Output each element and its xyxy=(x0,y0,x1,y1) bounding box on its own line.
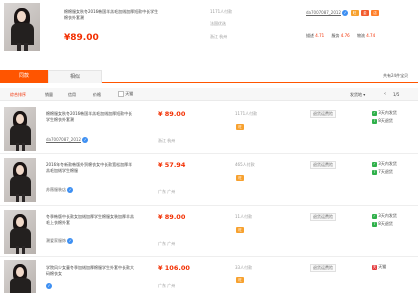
row-image[interactable] xyxy=(4,107,36,151)
row-image[interactable] xyxy=(4,158,36,202)
row-title[interactable]: 2016年冬新款韩版外贸棉衣女中长款宽松加厚羊羔毛加绒学生棉服 xyxy=(46,162,136,174)
rating-label-service: 服务 xyxy=(331,33,340,38)
shop-badge-icon: 店 xyxy=(371,10,380,16)
rating-label-desc: 描述 xyxy=(306,33,314,38)
row-seller-name: da7007087_2012 xyxy=(46,137,81,142)
tmall-label: 天猫 xyxy=(125,91,134,96)
wangwang-icon[interactable]: 旺 xyxy=(350,10,359,16)
row-seller-name: 苏薇服装店 xyxy=(46,187,66,192)
rating-value-logistics: 4.74 xyxy=(366,33,376,38)
row-location: 广东 广州 xyxy=(158,241,176,246)
row-title[interactable]: 冬季韩版中长款女加绒加厚学生棉服女装加厚羊羔毛上衣棉外套 xyxy=(46,214,136,226)
tab-same[interactable]: 同款 xyxy=(0,70,48,83)
verified-icon: ✓ xyxy=(67,238,74,244)
row-seller-badge: ✓ xyxy=(46,283,52,289)
verified-icon: ✓ xyxy=(82,137,89,143)
row-wangwang-icon[interactable]: 旺 xyxy=(235,175,244,181)
row-divider xyxy=(0,205,418,206)
tmall-filter[interactable]: 天猫 xyxy=(118,91,133,97)
verified-icon: ✓ xyxy=(46,283,52,289)
tab-similar[interactable]: 相似 xyxy=(48,70,102,83)
page-indicator: 1/5 xyxy=(393,92,400,97)
row-seller[interactable]: 潮爱家服饰 ✓ xyxy=(46,238,74,244)
shipping-label: 发货地 xyxy=(350,92,362,97)
seller-id[interactable]: da7007087_2012 xyxy=(306,10,341,15)
sort-sales[interactable]: 销量 xyxy=(45,92,53,98)
seller-badge-icon: 金 xyxy=(360,10,369,16)
top-item-image[interactable] xyxy=(4,3,40,51)
row-svc1: ✓ 3天内发货 xyxy=(372,110,397,116)
row-svc2: 7 8天退货 xyxy=(372,118,393,124)
top-ratings: 描述 4.71 服务 4.76 物流 4.74 xyxy=(306,33,375,39)
row-sales: 1171人付款 xyxy=(235,111,258,116)
rating-value-desc: 4.71 xyxy=(315,33,325,38)
row-seller[interactable]: da7007087_2012 ✓ xyxy=(46,137,89,143)
row-image[interactable] xyxy=(4,260,36,293)
row-location: 广东 广州 xyxy=(158,283,176,288)
row-ship-tag: 退货运费险 xyxy=(310,264,336,272)
row-sales: 11人付款 xyxy=(235,214,253,219)
top-item-location: 浙江 杭州 xyxy=(210,34,228,39)
rating-label-logistics: 物流 xyxy=(356,33,365,38)
top-item-shop[interactable]: 法国优选 xyxy=(210,21,226,27)
row-seller[interactable]: 苏薇服装店 ✓ xyxy=(46,187,74,193)
row-price: ¥ 106.00 xyxy=(158,264,190,272)
row-title[interactable]: 棉棉服女秋冬2016韩国羊羔毛加绒加厚短款中长学生棉衣外套潮 xyxy=(46,111,136,123)
result-count: 共有24件宝贝 xyxy=(383,73,409,78)
top-item-title[interactable]: 棉棉服女秋冬2016韩国羊羔毛加绒加厚短款中长学生棉衣外套潮 xyxy=(64,9,159,21)
chevron-down-icon: ▾ xyxy=(363,92,366,97)
top-item-sales: 1171人付款 xyxy=(210,9,233,14)
top-seller-line: da7007087_2012 ✓ 旺 金 店 xyxy=(306,10,380,16)
shipping-filter[interactable]: 发货地 ▾ xyxy=(350,92,365,98)
row-divider xyxy=(0,256,418,257)
row-sales: 465人付款 xyxy=(235,162,255,167)
top-item-price: ¥89.00 xyxy=(64,33,99,43)
row-svc1: ✓ 3天内发货 xyxy=(372,213,397,219)
row-svc2: 7 7天退货 xyxy=(372,169,393,175)
row-price: ¥ 89.00 xyxy=(158,213,186,221)
row-title[interactable]: 学院风少女童冬季加绒加厚棉服学生外套中长款大码棉衣女 xyxy=(46,265,136,277)
row-svc1: ✓ 3天内发货 xyxy=(372,161,397,167)
row-svc2: 7 8天退货 xyxy=(372,221,393,227)
row-wangwang-icon[interactable]: 旺 xyxy=(235,227,244,233)
row-wangwang-icon[interactable]: 旺 xyxy=(235,124,244,130)
row-sales: 33人付款 xyxy=(235,265,253,270)
sort-credit[interactable]: 信用 xyxy=(68,92,76,98)
row-seller-name: 潮爱家服饰 xyxy=(46,238,66,243)
rating-value-service: 4.76 xyxy=(340,33,350,38)
row-location: 广东 广州 xyxy=(158,189,176,194)
row-ship-tag: 退货运费险 xyxy=(310,161,336,169)
row-divider xyxy=(0,153,418,154)
sort-all[interactable]: 综合排序 xyxy=(10,92,26,98)
row-wangwang-icon[interactable]: 旺 xyxy=(235,277,244,283)
row-price: ¥ 89.00 xyxy=(158,110,186,118)
tmall-checkbox[interactable] xyxy=(118,91,124,97)
tab-similar-label: 相似 xyxy=(69,74,80,80)
verified-icon: ✓ xyxy=(67,187,74,193)
verified-icon: ✓ xyxy=(342,10,349,16)
row-svc1: 天 天猫 xyxy=(372,264,387,270)
tab-same-label: 同款 xyxy=(18,73,29,79)
row-ship-tag: 退货运费险 xyxy=(310,213,336,221)
row-location: 浙江 杭州 xyxy=(158,138,176,143)
row-price: ¥ 57.94 xyxy=(158,161,186,169)
prev-page-icon[interactable]: ‹ xyxy=(384,91,386,97)
sort-price[interactable]: 价格 xyxy=(93,92,101,98)
row-ship-tag: 退货运费险 xyxy=(310,110,336,118)
row-image[interactable] xyxy=(4,210,36,254)
